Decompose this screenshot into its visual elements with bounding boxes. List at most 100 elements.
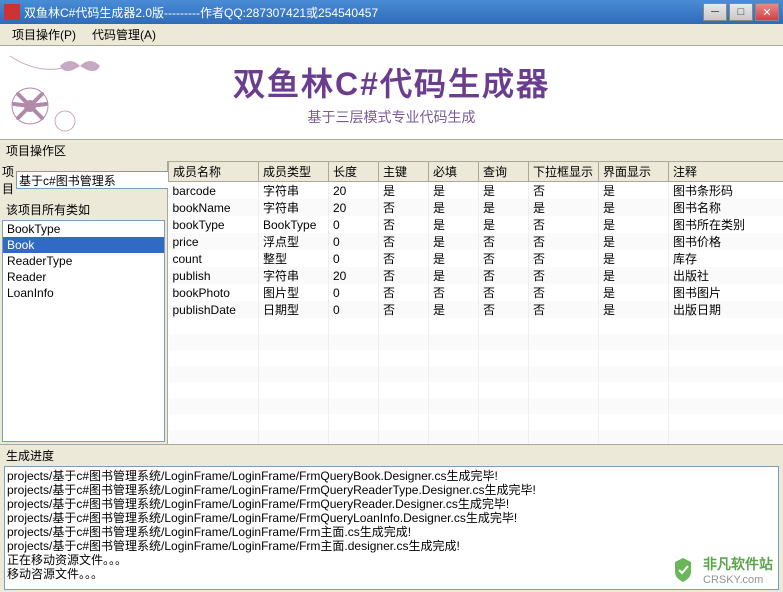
table-cell: 否	[379, 216, 429, 233]
class-item[interactable]: LoanInfo	[3, 285, 164, 301]
minimize-button[interactable]: ─	[703, 3, 727, 21]
table-cell: 是	[479, 216, 529, 233]
table-cell: publish	[169, 267, 259, 284]
table-cell: 20	[329, 199, 379, 216]
table-cell: 否	[379, 267, 429, 284]
column-header[interactable]: 注释	[669, 162, 783, 182]
menu-project[interactable]: 项目操作(P)	[4, 24, 84, 45]
table-cell: 是	[599, 284, 669, 301]
table-cell: 是	[599, 216, 669, 233]
column-header[interactable]: 主键	[379, 162, 429, 182]
table-cell: BookType	[259, 216, 329, 233]
member-grid[interactable]: 成员名称成员类型长度主键必填查询下拉框显示界面显示注释 barcode字符串20…	[168, 161, 783, 444]
table-cell: 20	[329, 267, 379, 284]
table-cell: 否	[529, 284, 599, 301]
table-cell: 否	[479, 267, 529, 284]
table-cell: 是	[599, 301, 669, 318]
column-header[interactable]: 下拉框显示	[529, 162, 599, 182]
table-cell: 否	[529, 182, 599, 200]
table-cell: 库存	[669, 250, 783, 267]
table-cell: 否	[429, 284, 479, 301]
table-cell: 是	[429, 250, 479, 267]
log-output[interactable]: projects/基于c#图书管理系统/LoginFrame/LoginFram…	[4, 466, 779, 590]
column-header[interactable]: 必填	[429, 162, 479, 182]
menu-codemgr[interactable]: 代码管理(A)	[84, 24, 164, 45]
log-line: 移动咨源文件。。。	[7, 567, 776, 581]
table-cell: 0	[329, 233, 379, 250]
class-item[interactable]: ReaderType	[3, 253, 164, 269]
class-list[interactable]: BookTypeBookReaderTypeReaderLoanInfo	[2, 220, 165, 442]
class-list-label: 该项目所有类如	[0, 199, 167, 220]
table-cell: 是	[429, 216, 479, 233]
table-cell: bookType	[169, 216, 259, 233]
table-cell: 图书所在类别	[669, 216, 783, 233]
table-row[interactable]: bookName字符串20否是是是是图书名称	[169, 199, 783, 216]
table-row[interactable]: barcode字符串20是是是否是图书条形码	[169, 182, 783, 200]
table-cell: 是	[429, 301, 479, 318]
table-row[interactable]: count整型0否是否否是库存	[169, 250, 783, 267]
table-cell: 否	[379, 233, 429, 250]
grid-header-row: 成员名称成员类型长度主键必填查询下拉框显示界面显示注释	[169, 162, 783, 182]
watermark: 非凡软件站 CRSKY.com	[669, 554, 773, 586]
table-cell: 是	[599, 250, 669, 267]
table-cell: 否	[379, 199, 429, 216]
table-cell: 20	[329, 182, 379, 200]
project-combo-input[interactable]	[16, 171, 177, 189]
table-cell: bookPhoto	[169, 284, 259, 301]
log-line: projects/基于c#图书管理系统/LoginFrame/LoginFram…	[7, 497, 776, 511]
table-cell: 0	[329, 216, 379, 233]
table-cell: 是	[379, 182, 429, 200]
maximize-button[interactable]: □	[729, 3, 753, 21]
table-cell: price	[169, 233, 259, 250]
class-item[interactable]: Reader	[3, 269, 164, 285]
table-cell: bookName	[169, 199, 259, 216]
column-header[interactable]: 界面显示	[599, 162, 669, 182]
class-item[interactable]: Book	[3, 237, 164, 253]
column-header[interactable]: 长度	[329, 162, 379, 182]
window-buttons: ─ □ ✕	[703, 3, 779, 21]
table-cell: 整型	[259, 250, 329, 267]
table-row	[169, 318, 783, 334]
table-cell: 字符串	[259, 199, 329, 216]
watermark-text: 非凡软件站 CRSKY.com	[703, 554, 773, 586]
banner: 双鱼林C#代码生成器 基于三层模式专业代码生成	[0, 46, 783, 140]
table-cell: 否	[529, 267, 599, 284]
table-cell: 是	[529, 199, 599, 216]
log-line: projects/基于c#图书管理系统/LoginFrame/LoginFram…	[7, 483, 776, 497]
menubar: 项目操作(P) 代码管理(A)	[0, 24, 783, 46]
table-cell: 否	[529, 233, 599, 250]
banner-subtitle: 基于三层模式专业代码生成	[308, 107, 476, 127]
table-cell: 是	[599, 267, 669, 284]
table-cell: 图书条形码	[669, 182, 783, 200]
log-line: projects/基于c#图书管理系统/LoginFrame/LoginFram…	[7, 525, 776, 539]
banner-title: 双鱼林C#代码生成器	[233, 59, 550, 105]
class-item[interactable]: BookType	[3, 221, 164, 237]
close-button[interactable]: ✕	[755, 3, 779, 21]
table-cell: 否	[529, 216, 599, 233]
column-header[interactable]: 成员名称	[169, 162, 259, 182]
table-cell: 图书价格	[669, 233, 783, 250]
table-cell: 是	[429, 182, 479, 200]
table-row	[169, 414, 783, 430]
table-row	[169, 366, 783, 382]
table-cell: 否	[379, 284, 429, 301]
progress-label: 生成进度	[0, 444, 783, 466]
column-header[interactable]: 成员类型	[259, 162, 329, 182]
table-cell: barcode	[169, 182, 259, 200]
table-cell: 出版日期	[669, 301, 783, 318]
project-label: 项目	[2, 163, 14, 197]
table-row[interactable]: publish字符串20否是否否是出版社	[169, 267, 783, 284]
window-title: 双鱼林C#代码生成器2.0版---------作者QQ:287307421或25…	[24, 4, 703, 21]
column-header[interactable]: 查询	[479, 162, 529, 182]
table-row[interactable]: bookPhoto图片型0否否否否是图书图片	[169, 284, 783, 301]
table-row[interactable]: bookTypeBookType0否是是否是图书所在类别	[169, 216, 783, 233]
main-area: 项目 ▼ 该项目所有类如 BookTypeBookReaderTypeReade…	[0, 161, 783, 444]
table-cell: 是	[599, 182, 669, 200]
log-line: projects/基于c#图书管理系统/LoginFrame/LoginFram…	[7, 469, 776, 483]
watermark-logo-icon	[669, 556, 697, 584]
table-cell: 否	[479, 250, 529, 267]
table-row[interactable]: publishDate日期型0否是否否是出版日期	[169, 301, 783, 318]
table-cell: 0	[329, 301, 379, 318]
table-cell: 字符串	[259, 267, 329, 284]
table-row[interactable]: price浮点型0否是否否是图书价格	[169, 233, 783, 250]
